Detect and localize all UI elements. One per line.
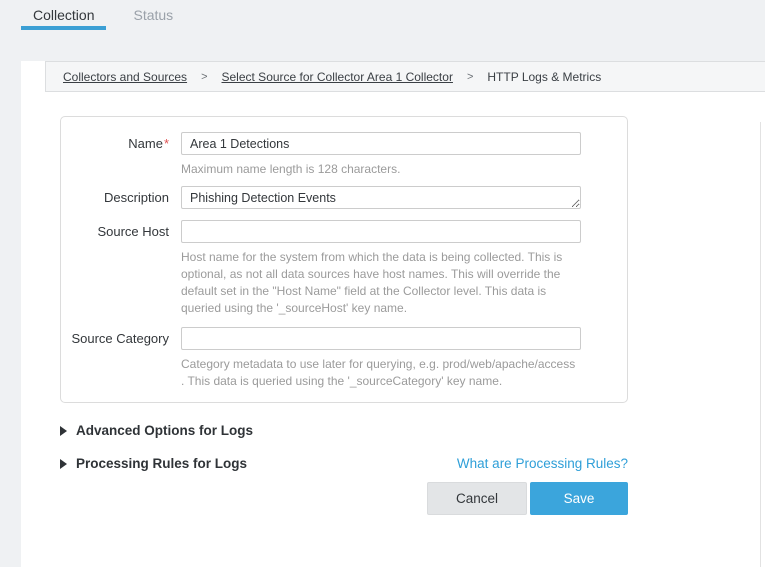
breadcrumb-current-page: HTTP Logs & Metrics: [487, 70, 601, 84]
name-label: Name*: [61, 132, 169, 178]
name-field-row: Name* Maximum name length is 128 charact…: [61, 132, 627, 178]
triangle-right-icon: [60, 426, 67, 436]
page: { "tabs": { "collection": "Collection", …: [0, 0, 765, 567]
description-field-row: Description Phishing Detection Events: [61, 186, 627, 209]
right-edge-divider: [760, 122, 761, 567]
breadcrumb: Collectors and Sources > Select Source f…: [45, 61, 765, 92]
name-input[interactable]: [181, 132, 581, 155]
action-buttons: Cancel Save: [60, 482, 628, 515]
tab-status[interactable]: Status: [121, 0, 185, 30]
description-textarea[interactable]: Phishing Detection Events: [181, 186, 581, 209]
source-host-label: Source Host: [61, 220, 169, 317]
save-button[interactable]: Save: [530, 482, 628, 515]
processing-rules-label: Processing Rules for Logs: [76, 456, 247, 471]
content-pane: Collectors and Sources > Select Source f…: [21, 61, 765, 567]
tab-status-label: Status: [133, 7, 173, 23]
source-host-field-row: Source Host Host name for the system fro…: [61, 220, 627, 317]
tab-collection[interactable]: Collection: [21, 0, 106, 30]
triangle-right-icon: [60, 459, 67, 469]
advanced-options-label: Advanced Options for Logs: [76, 423, 253, 438]
cancel-button[interactable]: Cancel: [427, 482, 527, 515]
section-processing-rules-for-logs[interactable]: Processing Rules for Logs: [60, 456, 247, 471]
source-config-panel: Name* Maximum name length is 128 charact…: [60, 116, 628, 403]
breadcrumb-link-collectors-and-sources[interactable]: Collectors and Sources: [63, 70, 187, 84]
section-advanced-options-for-logs[interactable]: Advanced Options for Logs: [60, 423, 765, 438]
breadcrumb-separator: >: [467, 71, 473, 83]
source-category-label: Source Category: [61, 327, 169, 390]
breadcrumb-separator: >: [201, 71, 207, 83]
name-help-text: Maximum name length is 128 characters.: [181, 161, 581, 178]
source-host-input[interactable]: [181, 220, 581, 243]
source-host-help-text: Host name for the system from which the …: [181, 249, 581, 317]
what-are-processing-rules-link[interactable]: What are Processing Rules?: [457, 456, 628, 471]
source-category-field-row: Source Category Category metadata to use…: [61, 327, 627, 390]
tab-collection-label: Collection: [33, 7, 94, 23]
description-label: Description: [61, 186, 169, 209]
breadcrumb-link-select-source[interactable]: Select Source for Collector Area 1 Colle…: [222, 70, 453, 84]
source-category-help-text: Category metadata to use later for query…: [181, 356, 581, 390]
source-category-input[interactable]: [181, 327, 581, 350]
required-asterisk: *: [164, 136, 169, 151]
tab-bar: Collection Status: [0, 0, 765, 30]
